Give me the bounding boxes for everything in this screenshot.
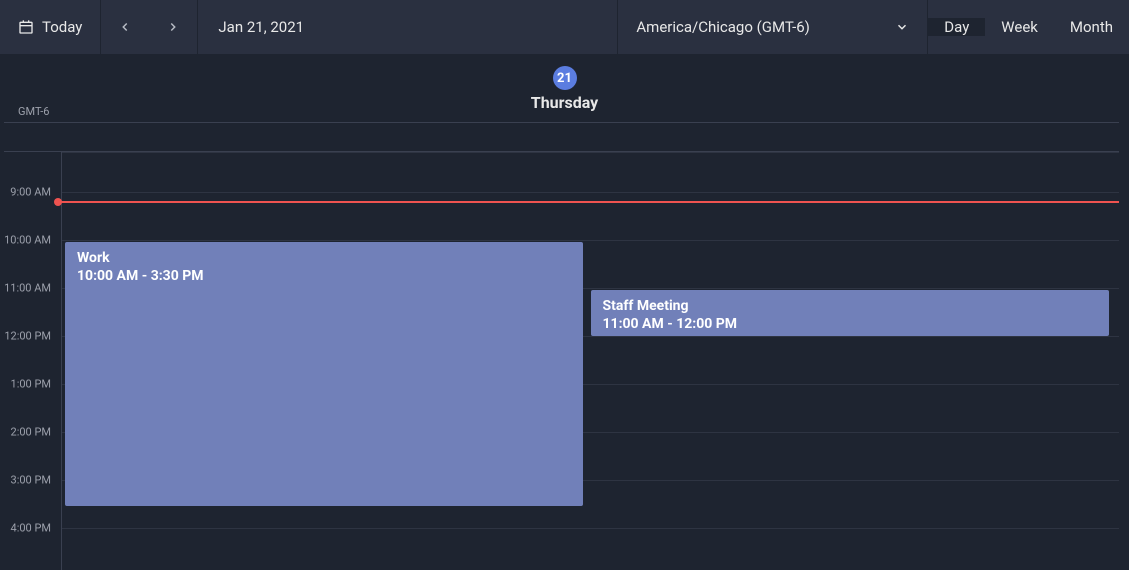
calendar-icon — [18, 19, 34, 35]
day-header: 21 Thursday GMT-6 — [0, 54, 1129, 122]
current-date-label: Jan 21, 2021 — [218, 18, 304, 36]
today-section: Today — [0, 0, 101, 54]
time-label: 9:00 AM — [10, 186, 51, 199]
calendar-body: 9:00 AM 10:00 AM 11:00 AM 12:00 PM 1:00 … — [0, 152, 1129, 570]
time-label: 4:00 PM — [11, 522, 51, 535]
now-dot-icon — [54, 198, 62, 206]
time-label: 11:00 AM — [4, 282, 51, 295]
allday-row[interactable] — [4, 122, 1119, 152]
time-label: 10:00 AM — [4, 234, 51, 247]
hour-line — [62, 152, 1119, 153]
time-label: 1:00 PM — [11, 378, 51, 391]
view-switcher: Day Week Month — [928, 0, 1129, 54]
event-staff-meeting[interactable]: Staff Meeting 11:00 AM - 12:00 PM — [591, 290, 1110, 336]
hour-line — [62, 240, 1119, 241]
view-week-button[interactable]: Week — [985, 18, 1054, 36]
day-number-badge: 21 — [553, 66, 577, 90]
today-button[interactable]: Today — [0, 0, 100, 54]
now-indicator — [58, 201, 1119, 203]
today-label: Today — [42, 18, 82, 36]
event-time-label: 11:00 AM - 12:00 PM — [603, 316, 1098, 332]
calendar-toolbar: Today Jan 21, 2021 America/Chicago (GMT-… — [0, 0, 1129, 54]
time-label: 12:00 PM — [4, 330, 51, 343]
date-display[interactable]: Jan 21, 2021 — [198, 0, 618, 54]
nav-arrows — [101, 0, 198, 54]
tz-short-label: GMT-6 — [18, 105, 49, 118]
timezone-select[interactable]: America/Chicago (GMT-6) — [618, 0, 928, 54]
event-work[interactable]: Work 10:00 AM - 3:30 PM — [65, 242, 583, 506]
view-day-button[interactable]: Day — [928, 18, 985, 36]
hour-line — [62, 528, 1119, 529]
day-name-label: Thursday — [531, 93, 598, 112]
time-gutter: 9:00 AM 10:00 AM 11:00 AM 12:00 PM 1:00 … — [0, 152, 62, 570]
event-title: Work — [77, 250, 571, 266]
next-button[interactable] — [149, 20, 197, 34]
prev-button[interactable] — [101, 20, 149, 34]
chevron-right-icon — [166, 20, 180, 34]
event-title: Staff Meeting — [603, 298, 1098, 314]
time-label: 2:00 PM — [11, 426, 51, 439]
event-time-label: 10:00 AM - 3:30 PM — [77, 268, 571, 284]
chevron-left-icon — [118, 20, 132, 34]
hour-line — [62, 192, 1119, 193]
day-grid[interactable]: Work 10:00 AM - 3:30 PM Staff Meeting 11… — [62, 152, 1119, 570]
chevron-down-icon — [895, 20, 909, 34]
time-label: 3:00 PM — [11, 474, 51, 487]
view-month-button[interactable]: Month — [1054, 18, 1129, 36]
timezone-label: America/Chicago (GMT-6) — [636, 18, 810, 36]
